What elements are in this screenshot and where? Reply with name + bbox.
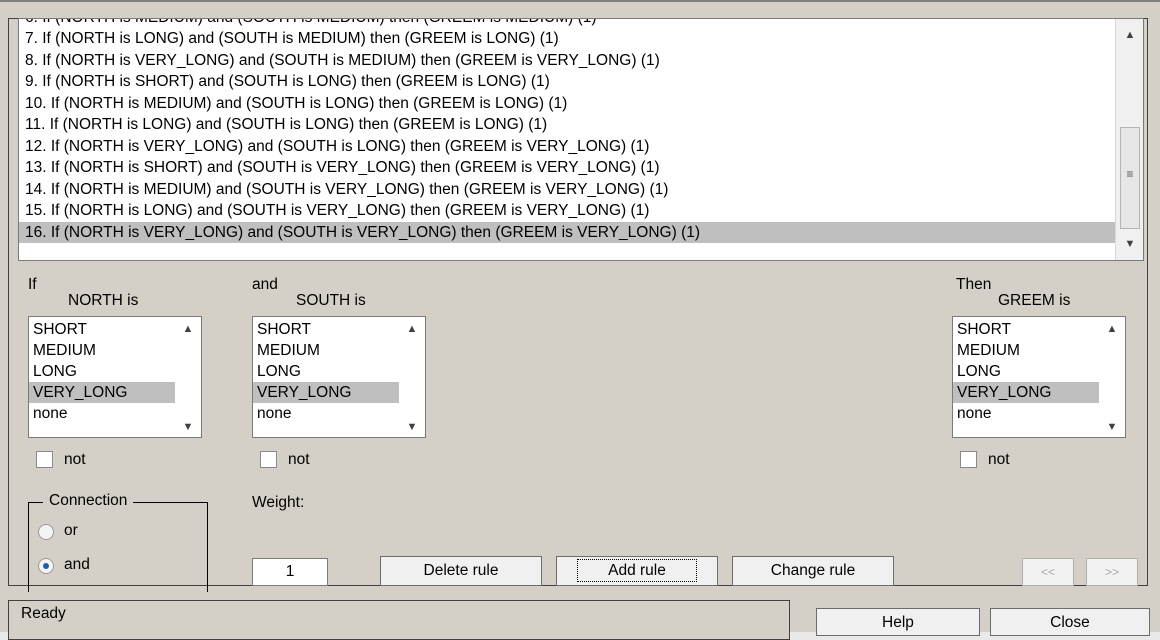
north-listbox-scrollbar[interactable]: ▲ ▼ [175,317,201,437]
if-label: If [28,276,37,293]
north-option-medium[interactable]: MEDIUM [29,340,175,361]
scroll-up-arrow-icon[interactable]: ▲ [1116,21,1143,49]
rule-line[interactable]: 15. If (NORTH is LONG) and (SOUTH is VER… [25,200,649,221]
connection-title: Connection [43,492,134,510]
rule-line[interactable]: 11. If (NORTH is LONG) and (SOUTH is LON… [25,114,547,135]
previous-button[interactable]: << [1022,558,1074,586]
north-is-label: NORTH is [68,292,139,309]
south-option-very-long[interactable]: VERY_LONG [253,382,399,403]
or-radio[interactable] [38,524,54,540]
south-is-label: SOUTH is [296,292,366,309]
scroll-down-arrow-icon[interactable]: ▼ [399,421,425,433]
delete-rule-button[interactable]: Delete rule [380,556,542,586]
greem-option-none[interactable]: none [953,403,1099,424]
scroll-down-arrow-icon[interactable]: ▼ [1116,230,1143,258]
north-listbox[interactable]: SHORT MEDIUM LONG VERY_LONG none ▲ ▼ [28,316,202,438]
rule-editor-window: 6. If (NORTH is MEDIUM) and (SOUTH is ME… [0,0,1160,640]
south-listbox[interactable]: SHORT MEDIUM LONG VERY_LONG none ▲ ▼ [252,316,426,438]
scroll-up-arrow-icon[interactable]: ▲ [399,323,425,335]
greem-option-short[interactable]: SHORT [953,319,1099,340]
rule-line-clipped[interactable]: 6. If (NORTH is MEDIUM) and (SOUTH is ME… [25,19,597,28]
weight-label: Weight: [252,494,305,511]
rule-line[interactable]: 13. If (NORTH is SHORT) and (SOUTH is VE… [25,157,660,178]
greem-option-very-long[interactable]: VERY_LONG [953,382,1099,403]
rule-line[interactable]: 7. If (NORTH is LONG) and (SOUTH is MEDI… [25,28,559,49]
greem-not-checkbox[interactable] [960,451,977,468]
south-option-none[interactable]: none [253,403,399,424]
greem-option-long[interactable]: LONG [953,361,1099,382]
south-option-long[interactable]: LONG [253,361,399,382]
and-label: and [252,276,278,293]
scroll-up-arrow-icon[interactable]: ▲ [1099,323,1125,335]
scrollbar-thumb[interactable]: ≡ [1120,127,1140,229]
rule-line-selected[interactable]: 16. If (NORTH is VERY_LONG) and (SOUTH i… [19,221,1123,243]
scroll-down-arrow-icon[interactable]: ▼ [175,421,201,433]
north-not-checkbox[interactable] [36,451,53,468]
rule-line[interactable]: 8. If (NORTH is VERY_LONG) and (SOUTH is… [25,50,660,71]
north-option-very-long[interactable]: VERY_LONG [29,382,175,403]
add-rule-button[interactable]: Add rule [556,556,718,586]
status-text: Ready [21,605,66,622]
greem-option-medium[interactable]: MEDIUM [953,340,1099,361]
greem-not-label: not [988,451,1010,468]
radio-selected-dot [43,563,49,569]
or-radio-label: or [64,522,78,539]
add-rule-button-label: Add rule [577,559,697,582]
rule-list-scrollbar[interactable]: ▲ ≡ ▼ [1115,19,1143,260]
south-option-medium[interactable]: MEDIUM [253,340,399,361]
grip-icon: ≡ [1126,167,1134,181]
rule-line[interactable]: 14. If (NORTH is MEDIUM) and (SOUTH is V… [25,179,668,200]
south-option-short[interactable]: SHORT [253,319,399,340]
south-not-label: not [288,451,310,468]
connection-group: Connection [28,492,208,592]
scroll-down-arrow-icon[interactable]: ▼ [1099,421,1125,433]
then-label: Then [956,276,992,293]
north-option-short[interactable]: SHORT [29,319,175,340]
rule-line[interactable]: 12. If (NORTH is VERY_LONG) and (SOUTH i… [25,136,649,157]
next-button[interactable]: >> [1086,558,1138,586]
north-option-none[interactable]: none [29,403,175,424]
and-radio[interactable] [38,558,54,574]
and-radio-label: and [64,556,90,573]
scroll-up-arrow-icon[interactable]: ▲ [175,323,201,335]
greem-listbox-scrollbar[interactable]: ▲ ▼ [1099,317,1125,437]
south-listbox-scrollbar[interactable]: ▲ ▼ [399,317,425,437]
weight-input[interactable]: 1 [252,558,328,586]
rule-line[interactable]: 10. If (NORTH is MEDIUM) and (SOUTH is L… [25,93,567,114]
south-not-checkbox[interactable] [260,451,277,468]
change-rule-button[interactable]: Change rule [732,556,894,586]
rule-list[interactable]: 6. If (NORTH is MEDIUM) and (SOUTH is ME… [18,18,1144,261]
status-bar: Ready [8,600,790,640]
north-not-label: not [64,451,86,468]
greem-is-label: GREEM is [998,292,1071,309]
greem-listbox[interactable]: SHORT MEDIUM LONG VERY_LONG none ▲ ▼ [952,316,1126,438]
north-option-long[interactable]: LONG [29,361,175,382]
rule-line[interactable]: 9. If (NORTH is SHORT) and (SOUTH is LON… [25,71,550,92]
